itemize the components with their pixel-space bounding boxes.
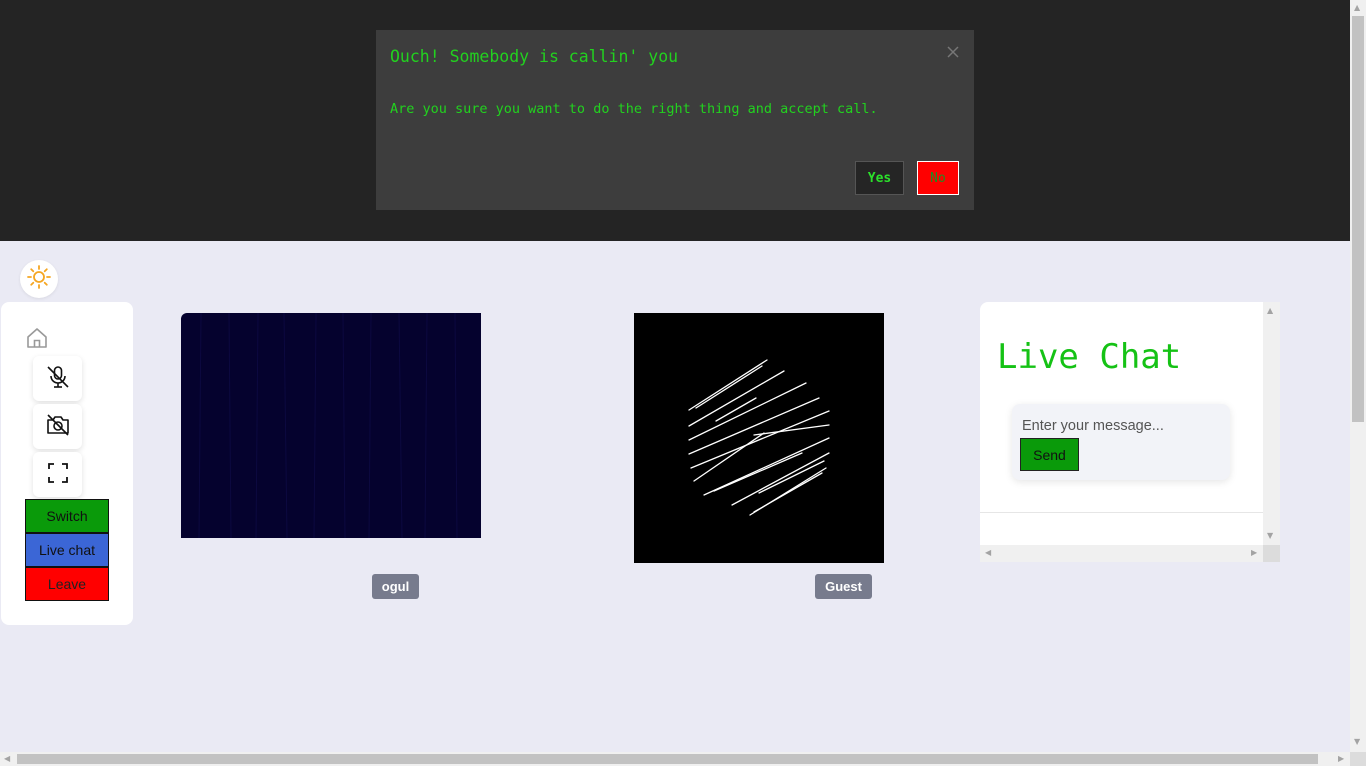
chat-horizontal-scrollbar[interactable]: ◀ ▶ (980, 545, 1263, 562)
participant-name-badge: ogul (372, 574, 419, 599)
scroll-left-arrow-icon[interactable]: ◀ (4, 755, 10, 763)
control-sidebar: Switch Live chat Leave (1, 302, 133, 625)
chat-title: Live Chat (997, 337, 1182, 377)
home-icon[interactable] (25, 326, 49, 350)
modal-message: Are you sure you want to do the right th… (390, 101, 878, 117)
scroll-left-arrow-icon[interactable]: ◀ (985, 549, 991, 557)
camera-off-icon (45, 412, 71, 442)
leave-button[interactable]: Leave (25, 567, 109, 601)
decline-call-button[interactable]: No (917, 161, 959, 195)
camera-toggle-button[interactable] (33, 404, 82, 449)
mute-mic-button[interactable] (33, 356, 82, 401)
live-chat-panel: Live Chat Send ▲ ▼ ◀ ▶ (980, 302, 1280, 562)
scroll-right-arrow-icon[interactable]: ▶ (1338, 755, 1344, 763)
page-vertical-scroll-thumb[interactable] (1352, 16, 1364, 422)
chat-form: Send (1012, 404, 1230, 480)
chat-vertical-scrollbar[interactable]: ▲ ▼ (1263, 302, 1280, 545)
scroll-up-arrow-icon[interactable]: ▲ (1267, 307, 1273, 315)
chat-message-input[interactable] (1022, 414, 1222, 438)
modal-title: Ouch! Somebody is callin' you (390, 47, 679, 66)
incoming-call-modal: Ouch! Somebody is callin' you Are you su… (376, 30, 974, 210)
scroll-down-arrow-icon[interactable]: ▼ (1354, 738, 1360, 746)
fullscreen-icon (46, 461, 70, 489)
scrollbar-corner (1263, 545, 1280, 562)
accept-call-button[interactable]: Yes (855, 161, 904, 195)
scroll-right-arrow-icon[interactable]: ▶ (1251, 549, 1257, 557)
send-button[interactable]: Send (1020, 438, 1079, 471)
local-video (181, 313, 481, 538)
scroll-down-arrow-icon[interactable]: ▼ (1267, 532, 1273, 540)
remote-video (634, 313, 884, 563)
chat-divider (980, 512, 1263, 513)
switch-button[interactable]: Switch (25, 499, 109, 533)
fullscreen-button[interactable] (33, 452, 82, 497)
mic-off-icon (45, 364, 71, 394)
close-icon[interactable] (946, 44, 960, 58)
sun-icon (26, 264, 52, 294)
page-horizontal-scroll-thumb[interactable] (17, 754, 1318, 764)
participant-name-badge: Guest (815, 574, 872, 599)
live-chat-button[interactable]: Live chat (25, 533, 109, 567)
scroll-up-arrow-icon[interactable]: ▲ (1354, 4, 1360, 12)
theme-toggle-button[interactable] (20, 260, 58, 298)
scrollbar-corner (1350, 752, 1366, 766)
